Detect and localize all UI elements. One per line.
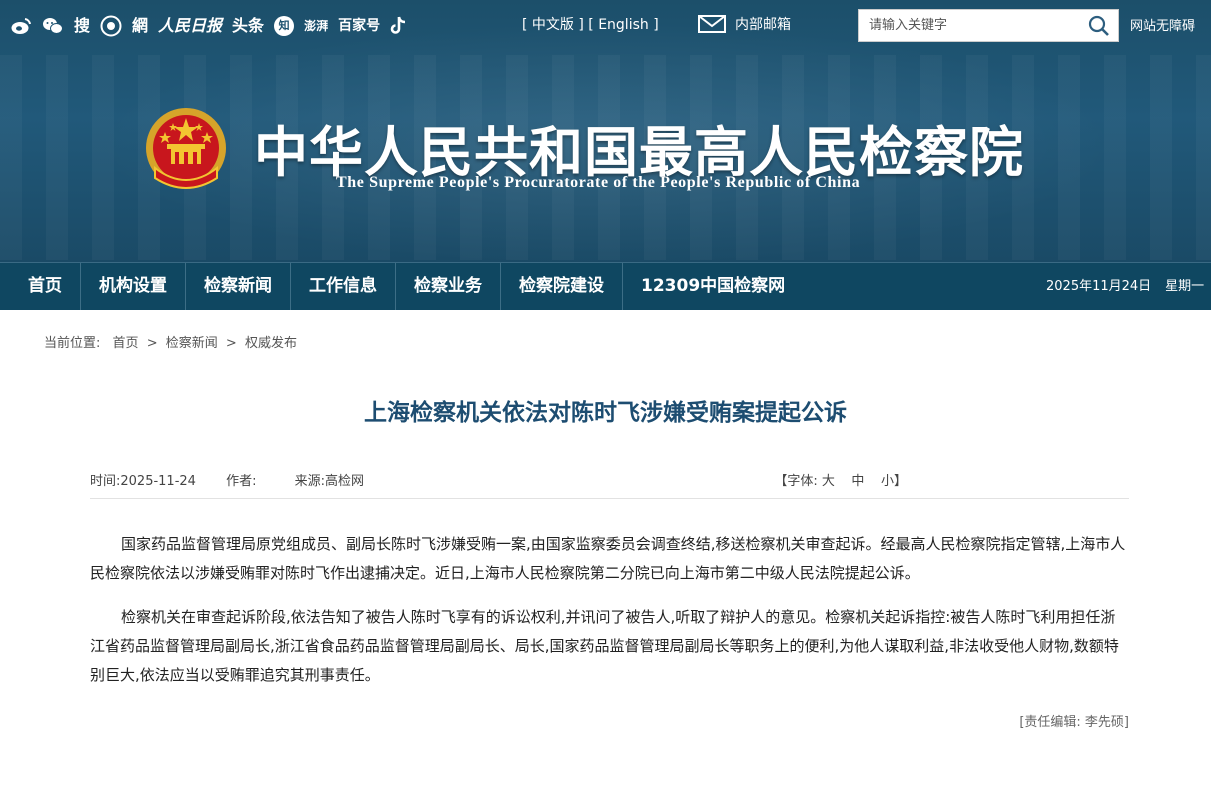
breadcrumb-sep: > <box>225 336 237 351</box>
lang-english-link[interactable]: [ English ] <box>588 17 658 33</box>
sogou-link[interactable]: 搜 <box>74 14 90 38</box>
app-icon[interactable] <box>100 15 122 37</box>
article-paragraph: 检察机关在审查起诉阶段,依法告知了被告人陈时飞享有的诉讼权利,并讯问了被告人,听… <box>90 608 1119 684</box>
social-links: 搜 網 人民日报 头条 知 澎湃 百家号 <box>10 14 408 38</box>
douyin-icon[interactable] <box>390 15 408 37</box>
responsible-editor: [责任编辑: 李先硕] <box>1019 715 1129 730</box>
search-icon[interactable] <box>1088 15 1110 37</box>
nav-home[interactable]: 首页 <box>0 263 81 310</box>
nav-procuratorate-building[interactable]: 检察院建设 <box>501 263 623 310</box>
breadcrumb: 当前位置: 首页 > 检察新闻 > 权威发布 <box>44 332 297 351</box>
internal-mail-link[interactable]: 内部邮箱 <box>698 14 791 34</box>
article-meta: 时间:2025-11-24 作者: 来源:高检网 【字体: 大 中 小】 <box>90 470 1129 489</box>
article-title: 上海检察机关依法对陈时飞涉嫌受贿案提起公诉 <box>364 399 847 426</box>
mail-icon <box>698 15 726 33</box>
meta-divider <box>90 498 1129 499</box>
toutiao-link[interactable]: 头条 <box>232 14 264 38</box>
thepaper-link[interactable]: 澎湃 <box>304 14 328 38</box>
accessibility-link[interactable]: 网站无障碍 <box>1130 15 1195 34</box>
top-bar: 搜 網 人民日报 头条 知 澎湃 百家号 [ 中文版 ] [ English ]… <box>0 0 1211 52</box>
font-medium-button[interactable]: 中 <box>851 474 864 489</box>
nav-procuratorial-news[interactable]: 检察新闻 <box>186 263 291 310</box>
article-time: 时间:2025-11-24 <box>90 474 196 489</box>
breadcrumb-home[interactable]: 首页 <box>113 336 139 351</box>
article-source: 来源:高检网 <box>294 474 364 489</box>
nav-organization[interactable]: 机构设置 <box>81 263 186 310</box>
search-input[interactable] <box>859 10 1094 41</box>
article-body: 国家药品监督管理局原党组成员、副局长陈时飞涉嫌受贿一案,由国家监察委员会调查终结… <box>90 530 1129 705</box>
site-title-english: The Supreme People's Procuratorate of th… <box>336 174 861 191</box>
search-box <box>858 9 1119 42</box>
zhihu-link[interactable]: 知 <box>274 16 295 36</box>
language-switch: [ 中文版 ] [ English ] <box>522 14 659 34</box>
main-nav: 首页 机构设置 检察新闻 工作信息 检察业务 检察院建设 12309中国检察网 … <box>0 262 1211 310</box>
nav-procuratorial-business[interactable]: 检察业务 <box>396 263 501 310</box>
breadcrumb-sep: > <box>146 336 158 351</box>
mail-label: 内部邮箱 <box>735 17 791 33</box>
nav-work-info[interactable]: 工作信息 <box>291 263 396 310</box>
article-author: 作者: <box>226 474 257 489</box>
weibo-icon[interactable] <box>10 16 32 36</box>
baijiahao-link[interactable]: 百家号 <box>338 14 380 38</box>
font-small-button[interactable]: 小 <box>881 474 894 489</box>
nav-12309[interactable]: 12309中国检察网 <box>623 263 803 310</box>
breadcrumb-release[interactable]: 权威发布 <box>245 336 297 351</box>
peoples-daily-link[interactable]: 人民日报 <box>158 14 222 38</box>
weekday-text: 星期一 <box>1165 279 1205 294</box>
article-paragraph: 国家药品监督管理局原党组成员、副局长陈时飞涉嫌受贿一案,由国家监察委员会调查终结… <box>90 535 1126 582</box>
lang-chinese-link[interactable]: [ 中文版 ] <box>522 17 584 33</box>
date-text: 2025年11月24日 <box>1046 279 1152 294</box>
national-emblem-icon <box>146 108 226 189</box>
wechat-icon[interactable] <box>42 16 64 36</box>
breadcrumb-prefix: 当前位置: <box>44 336 101 351</box>
font-large-button[interactable]: 大 <box>822 474 835 489</box>
site-header: 搜 網 人民日报 头条 知 澎湃 百家号 [ 中文版 ] [ English ]… <box>0 0 1211 262</box>
font-size-control: 【字体: 大 中 小】 <box>774 474 907 489</box>
breadcrumb-news[interactable]: 检察新闻 <box>166 336 218 351</box>
wang-link[interactable]: 網 <box>132 14 148 38</box>
current-date: 2025年11月24日 星期一 <box>1046 263 1204 310</box>
